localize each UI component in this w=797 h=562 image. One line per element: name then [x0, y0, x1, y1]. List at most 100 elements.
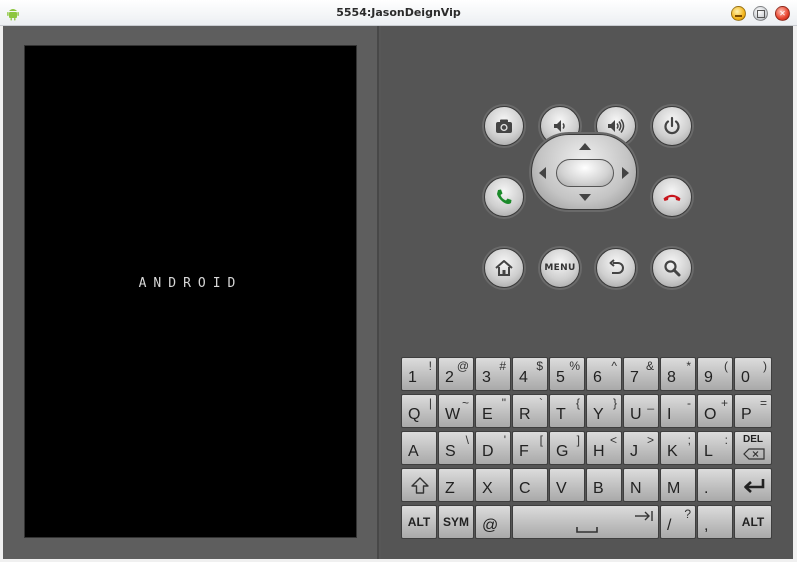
dpad-up-icon[interactable]	[579, 143, 591, 150]
key-label: 6	[593, 369, 602, 386]
key-comma[interactable]: ,	[697, 505, 733, 539]
del-label: DEL	[743, 434, 763, 445]
key-j[interactable]: J >	[623, 431, 659, 465]
key-alt-label: @	[456, 359, 469, 373]
space-key[interactable]	[512, 505, 659, 539]
key-label: Q	[408, 406, 421, 423]
key-q[interactable]: Q |	[401, 394, 437, 428]
close-button[interactable]	[775, 6, 790, 21]
key-label: 9	[704, 369, 713, 386]
dpad[interactable]	[531, 134, 637, 210]
key-b[interactable]: B	[586, 468, 622, 502]
power-button[interactable]	[652, 106, 692, 146]
key-label: M	[667, 480, 681, 497]
key-n[interactable]: N	[623, 468, 659, 502]
key-alt-label: _	[647, 396, 654, 410]
key-3[interactable]: 3 #	[475, 357, 511, 391]
dpad-down-icon[interactable]	[579, 194, 591, 201]
key-r[interactable]: R `	[512, 394, 548, 428]
key-h[interactable]: H <	[586, 431, 622, 465]
key-l[interactable]: L:	[697, 431, 733, 465]
key-alt-label: `	[539, 396, 543, 410]
key-4[interactable]: 4 $	[512, 357, 548, 391]
key-alt-label: >	[646, 433, 654, 447]
del-key[interactable]: DEL	[734, 431, 772, 465]
end-call-button[interactable]	[652, 177, 692, 217]
key-alt-label: :	[724, 433, 728, 447]
key-label: O	[704, 406, 717, 423]
camera-button[interactable]	[484, 106, 524, 146]
key-y[interactable]: Y}	[586, 394, 622, 428]
key-label: 1	[408, 369, 417, 386]
enter-key[interactable]	[734, 468, 772, 502]
key-label: L	[704, 443, 713, 460]
key-0[interactable]: 0)	[734, 357, 772, 391]
key-label: @	[482, 517, 499, 534]
menu-button[interactable]: MENU	[540, 248, 580, 288]
key-a[interactable]: A	[401, 431, 437, 465]
key-v[interactable]: V	[549, 468, 585, 502]
key-alt-label: (	[724, 359, 728, 373]
key-label: J	[630, 443, 638, 460]
maximize-button[interactable]	[753, 6, 768, 21]
key-6[interactable]: 6 ^	[586, 357, 622, 391]
alt-right-key[interactable]: ALT	[734, 505, 772, 539]
key-slash[interactable]: /?	[660, 505, 696, 539]
key-z[interactable]: Z	[438, 468, 474, 502]
dpad-left-icon[interactable]	[539, 167, 546, 179]
dpad-center-button[interactable]	[556, 159, 614, 187]
key-alt-label: #	[499, 359, 506, 373]
key-u[interactable]: U _	[623, 394, 659, 428]
shift-key[interactable]	[401, 468, 437, 502]
call-button[interactable]	[484, 177, 524, 217]
key-2[interactable]: 2 @	[438, 357, 474, 391]
call-icon	[497, 189, 512, 205]
key-w[interactable]: W ~	[438, 394, 474, 428]
alt-left-key[interactable]: ALT	[401, 505, 437, 539]
sym-key[interactable]: SYM	[438, 505, 474, 539]
key-f[interactable]: F[	[512, 431, 548, 465]
key-alt-label: |	[428, 396, 432, 410]
key-x[interactable]: X	[475, 468, 511, 502]
key-5[interactable]: 5%	[549, 357, 585, 391]
key-t[interactable]: T{	[549, 394, 585, 428]
key-8[interactable]: 8 *	[660, 357, 696, 391]
space-icon	[576, 527, 598, 533]
enter-icon	[744, 479, 765, 493]
key-label: X	[482, 480, 493, 497]
key-9[interactable]: 9(	[697, 357, 733, 391]
key-m[interactable]: M	[660, 468, 696, 502]
key-alt-label: {	[575, 396, 580, 410]
shift-icon	[411, 477, 429, 494]
key-period[interactable]: .	[697, 468, 733, 502]
key-alt-label: \	[465, 433, 469, 447]
key-label: 3	[482, 369, 491, 386]
key-label: 7	[630, 369, 639, 386]
close-icon	[776, 7, 789, 20]
key-s[interactable]: S \	[438, 431, 474, 465]
key-alt-label: <	[609, 433, 617, 447]
key-label: U	[630, 406, 642, 423]
key-e[interactable]: E "	[475, 394, 511, 428]
key-o[interactable]: O +	[697, 394, 733, 428]
key-7[interactable]: 7 &	[623, 357, 659, 391]
device-screen[interactable]: ANDROID	[24, 45, 357, 538]
back-button[interactable]	[596, 248, 636, 288]
key-at[interactable]: @	[475, 505, 511, 539]
minimize-button[interactable]	[731, 6, 746, 21]
search-button[interactable]	[652, 248, 692, 288]
key-label: .	[704, 480, 709, 497]
volume-up-icon	[608, 119, 625, 133]
key-c[interactable]: C	[512, 468, 548, 502]
key-k[interactable]: K;	[660, 431, 696, 465]
key-g[interactable]: G]	[549, 431, 585, 465]
key-1[interactable]: 1!	[401, 357, 437, 391]
backspace-icon	[743, 448, 765, 460]
dpad-right-icon[interactable]	[622, 167, 629, 179]
key-alt-label: )	[763, 359, 767, 373]
key-i[interactable]: I-	[660, 394, 696, 428]
key-d[interactable]: D '	[475, 431, 511, 465]
key-label: ,	[704, 517, 709, 534]
home-button[interactable]	[484, 248, 524, 288]
key-p[interactable]: P =	[734, 394, 772, 428]
